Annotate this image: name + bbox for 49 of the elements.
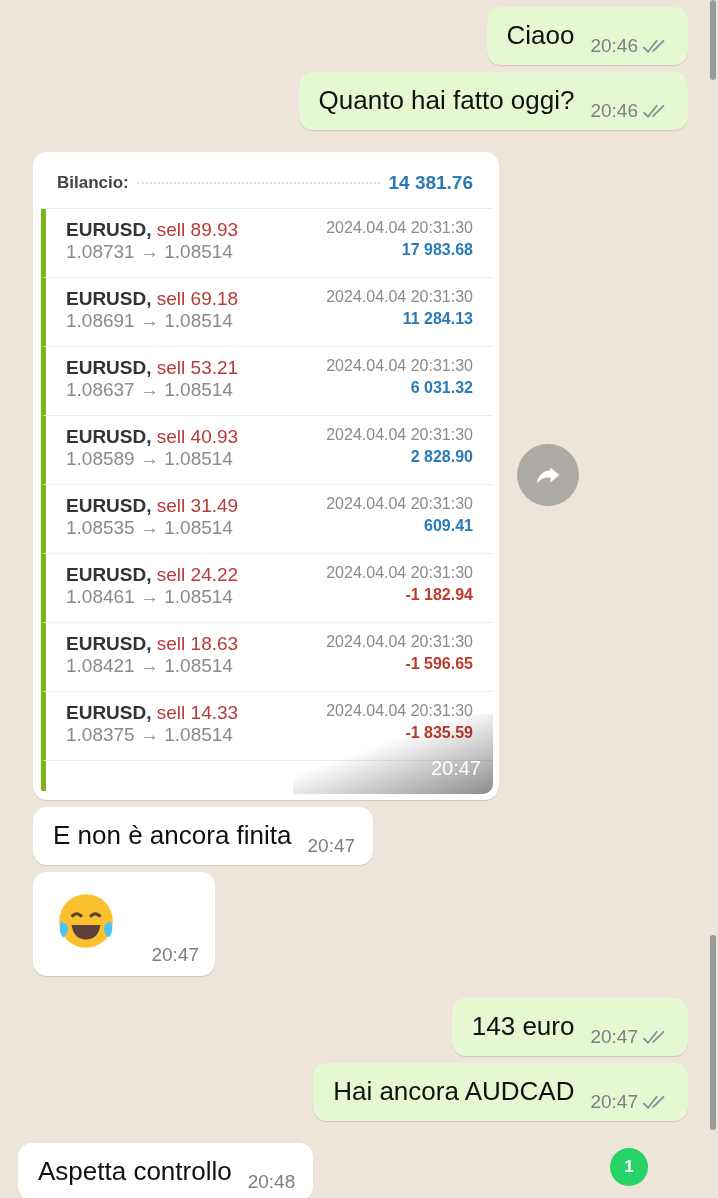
trade-profit: -1 835.59 — [405, 724, 473, 742]
message-time: 20:47 — [430, 757, 481, 780]
trade-date: 2024.04.04 20:31:30 — [326, 702, 473, 720]
balance-value: 14 381.76 — [388, 172, 473, 194]
trade-profit: 6 031.32 — [410, 379, 473, 397]
message-text: Aspetta controllo — [38, 1155, 232, 1188]
trade-prices: 1.08421 → 1.08514 — [66, 655, 234, 677]
message-text: E non è ancora finita — [53, 819, 292, 852]
trade-date: 2024.04.04 20:31:30 — [326, 357, 473, 375]
trade-title: EURUSD, sell 24.22 — [66, 564, 239, 586]
trade-profit: -1 596.65 — [405, 655, 473, 673]
trade-profit: 2 828.90 — [410, 448, 473, 466]
trade-prices: 1.08731 → 1.08514 — [66, 241, 234, 263]
message-time: 20:46 — [590, 35, 638, 57]
message-text: Quanto hai fatto oggi? — [318, 84, 575, 117]
trade-profit: 11 284.13 — [402, 310, 473, 328]
trade-title: EURUSD, sell 31.49 — [66, 495, 239, 517]
trade-prices: 1.08461 → 1.08514 — [66, 586, 234, 608]
message-text: 143 euro — [471, 1010, 575, 1043]
message-time: 20:47 — [151, 944, 199, 966]
trade-date: 2024.04.04 20:31:30 — [326, 633, 473, 651]
message-time: 20:47 — [590, 1026, 638, 1048]
trade-prices: 1.08691 → 1.08514 — [66, 310, 234, 332]
trade-title: EURUSD, sell 18.63 — [66, 633, 239, 655]
trade-date: 2024.04.04 20:31:30 — [326, 288, 473, 306]
trade-profit: 609.41 — [424, 517, 473, 535]
trade-profit: 17 983.68 — [401, 241, 473, 259]
trade-title: EURUSD, sell 89.93 — [66, 219, 239, 241]
message-text: Hai ancora AUDCAD — [333, 1075, 575, 1108]
trade-prices: 1.08375 → 1.08514 — [66, 724, 234, 746]
unread-badge: 1 — [610, 1148, 648, 1186]
trade-date: 2024.04.04 20:31:30 — [326, 495, 473, 513]
trade-prices: 1.08535 → 1.08514 — [66, 517, 234, 539]
trade-title: EURUSD, sell 53.21 — [66, 357, 239, 379]
trade-title: EURUSD, sell 40.93 — [66, 426, 239, 448]
message-text: Ciaoo — [506, 19, 575, 52]
trade-title: EURUSD, sell 69.18 — [66, 288, 239, 310]
trade-date: 2024.04.04 20:31:30 — [326, 219, 473, 237]
trade-prices: 1.08589 → 1.08514 — [66, 448, 234, 470]
balance-label: Bilancio: — [57, 173, 129, 193]
message-time: 20:46 — [590, 100, 638, 122]
message-time: 20:47 — [307, 835, 356, 857]
trade-prices: 1.08637 → 1.08514 — [66, 379, 234, 401]
message-time: 20:48 — [247, 1171, 296, 1193]
message-time: 20:47 — [590, 1091, 638, 1113]
trade-profit: -1 182.94 — [405, 586, 473, 604]
trade-date: 2024.04.04 20:31:30 — [326, 426, 473, 444]
trade-title: EURUSD, sell 14.33 — [66, 702, 239, 724]
trade-date: 2024.04.04 20:31:30 — [326, 564, 473, 582]
